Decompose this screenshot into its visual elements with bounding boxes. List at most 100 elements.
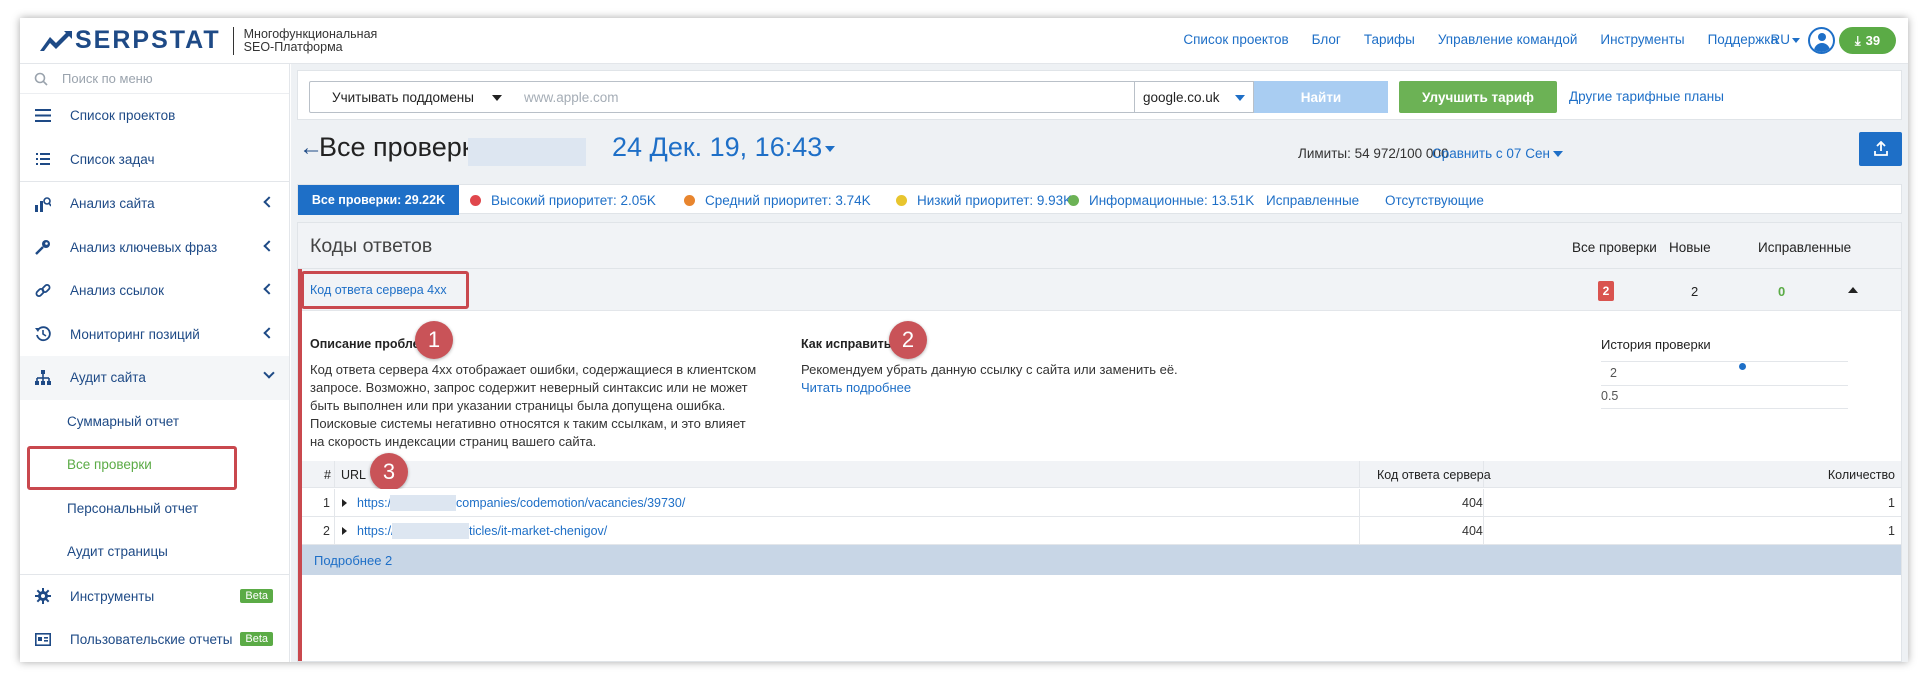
expand-caret-icon[interactable] — [342, 499, 347, 507]
downloads-button[interactable]: ⤓ 39 — [1839, 27, 1896, 54]
sidebar-item-label: Список проектов — [70, 108, 176, 124]
column-divider — [334, 461, 335, 487]
tab-label: Низкий приоритет: 9.93K — [917, 193, 1073, 208]
col-quantity: Количество — [1827, 468, 1895, 482]
response-code: 404 — [1462, 496, 1483, 510]
logo-text: SERPSTAT — [75, 26, 221, 54]
response-code: 404 — [1462, 524, 1483, 538]
user-avatar-icon[interactable] — [1808, 27, 1835, 54]
sidebar-item-label: Анализ ключевых фраз — [70, 239, 218, 255]
history-tick-label: 0.5 — [1601, 389, 1619, 403]
sidebar-item-audit[interactable]: Аудит сайта — [20, 356, 289, 400]
search-engine-select[interactable]: google.co.uk — [1134, 81, 1254, 113]
history-tick-label: 2 — [1610, 366, 1617, 380]
nav-projects-link[interactable]: Список проектов — [1183, 32, 1288, 47]
sidebar: Поиск по меню Список проектов Список зад… — [20, 64, 290, 662]
fix-description: Рекомендуем убрать данную ссылку с сайта… — [801, 362, 1178, 377]
sidebar-item-monitoring[interactable]: Мониторинг позиций — [20, 313, 289, 357]
sidebar-item-site-analysis[interactable]: Анализ сайта — [20, 182, 289, 226]
sidebar-item-keywords[interactable]: Анализ ключевых фраз — [20, 226, 289, 270]
other-plans-link[interactable]: Другие тарифные планы — [1569, 89, 1724, 104]
compare-selector[interactable]: Сравнить с 07 Сен — [1432, 146, 1563, 161]
report-icon — [32, 633, 54, 647]
logo[interactable]: SERPSTAT Многофункциональная SEO-Платфор… — [40, 26, 377, 55]
highlight-box-issue — [301, 271, 469, 309]
all-count-badge: 2 — [1598, 281, 1614, 301]
tab-informational[interactable]: Информационные: 13.51K — [1068, 193, 1254, 208]
column-divider — [1483, 489, 1484, 516]
domain-input[interactable]: www.apple.com — [512, 81, 1135, 113]
url-prefix[interactable]: https:// — [357, 524, 395, 538]
show-more-link[interactable]: Подробнее 2 — [314, 553, 392, 568]
chevron-left-icon — [263, 326, 275, 339]
tab-missing[interactable]: Отсутствующие — [1385, 193, 1484, 208]
site-analysis-icon — [32, 196, 54, 212]
limits-text: Лимиты: 54 972/100 000 — [1298, 146, 1449, 161]
issue-row-4xx[interactable]: Код ответа сервера 4xx 2 2 0 — [298, 269, 1901, 311]
fix-heading: Как исправить? — [801, 337, 900, 351]
audit-date-selector[interactable]: 24 Дек. 19, 16:43 — [612, 132, 836, 163]
sidebar-item-custom-reports[interactable]: Пользовательские отчеты Beta — [20, 618, 289, 662]
sidebar-item-links[interactable]: Анализ ссылок — [20, 269, 289, 313]
col-fixed: Исправленные — [1758, 240, 1852, 255]
tab-medium-priority[interactable]: Средний приоритет: 3.74K — [684, 193, 871, 208]
nav-blog-link[interactable]: Блог — [1312, 32, 1341, 47]
nav-team-link[interactable]: Управление командой — [1438, 32, 1578, 47]
table-row[interactable]: 2 https:// ticles/it-market-chenigov/ 40… — [302, 517, 1901, 545]
read-more-link[interactable]: Читать подробнее — [801, 380, 911, 395]
tab-label: Средний приоритет: 3.74K — [705, 193, 871, 208]
url-prefix[interactable]: https:/ — [357, 496, 391, 510]
sidebar-item-projects[interactable]: Список проектов — [20, 94, 289, 138]
tab-label: Информационные: 13.51K — [1089, 193, 1255, 208]
beta-badge: Beta — [240, 632, 273, 646]
sidebar-subitem-summary[interactable]: Суммарный отчет — [20, 400, 289, 444]
sidebar-item-label: Анализ ссылок — [70, 283, 164, 299]
col-new: Новые — [1669, 240, 1711, 255]
audit-date-label: 24 Дек. 19, 16:43 — [612, 132, 823, 162]
list-icon — [32, 109, 54, 123]
sidebar-subitem-personal-report[interactable]: Персональный отчет — [20, 487, 289, 531]
menu-search-input[interactable]: Поиск по меню — [20, 64, 289, 94]
menu-search-placeholder: Поиск по меню — [62, 71, 153, 86]
col-num: # — [324, 468, 331, 482]
download-icon: ⤓ — [1854, 32, 1861, 48]
nav-tools-link[interactable]: Инструменты — [1600, 32, 1684, 47]
upgrade-plan-button[interactable]: Улучшить тариф — [1399, 81, 1557, 113]
column-divider — [1483, 517, 1484, 544]
nav-support-link[interactable]: Поддержка — [1708, 32, 1778, 47]
info-dot — [1068, 195, 1079, 206]
nav-pricing-link[interactable]: Тарифы — [1364, 32, 1415, 47]
chevron-up-icon[interactable] — [1848, 287, 1858, 293]
table-row[interactable]: 1 https:/ companies/codemotion/vacancies… — [302, 489, 1901, 517]
panel-title: Коды ответов — [310, 235, 433, 257]
sidebar-item-tools[interactable]: Инструменты Beta — [20, 575, 289, 619]
tab-high-priority[interactable]: Высокий приоритет: 2.05K — [470, 193, 656, 208]
sidebar-item-label: Пользовательские отчеты — [70, 632, 233, 648]
tab-fixed[interactable]: Исправленные — [1266, 193, 1359, 208]
chevron-down-icon — [492, 95, 502, 101]
top-nav: Список проектов Блог Тарифы Управление к… — [1183, 32, 1778, 47]
tab-all-checks[interactable]: Все проверки: 29.22K — [298, 185, 459, 215]
sidebar-item-label: Анализ сайта — [70, 196, 155, 212]
url-suffix[interactable]: ticles/it-market-chenigov/ — [469, 524, 607, 538]
subdomains-select[interactable]: Учитывать поддомены — [309, 81, 513, 113]
tagline-line-1: Многофункциональная — [243, 26, 378, 41]
quantity: 1 — [1888, 496, 1895, 510]
upload-icon — [1873, 141, 1888, 156]
gear-icon — [32, 588, 54, 605]
chevron-down-icon — [1235, 95, 1245, 101]
chevron-down-icon — [825, 145, 836, 152]
expand-caret-icon[interactable] — [342, 527, 347, 535]
chevron-down-icon — [1792, 37, 1800, 43]
history-gridline — [1601, 408, 1848, 409]
sidebar-item-tasks[interactable]: Список задач — [20, 138, 289, 182]
sidebar-subitem-page-audit[interactable]: Аудит страницы — [20, 530, 289, 574]
find-button[interactable]: Найти — [1254, 81, 1388, 113]
blurred-url-part — [390, 495, 456, 511]
history-icon — [32, 326, 54, 342]
main-content: Учитывать поддомены www.apple.com google… — [291, 64, 1908, 662]
tab-low-priority[interactable]: Низкий приоритет: 9.93K — [896, 193, 1072, 208]
language-selector[interactable]: RU — [1771, 32, 1800, 47]
export-button[interactable] — [1859, 132, 1902, 166]
url-suffix[interactable]: companies/codemotion/vacancies/39730/ — [456, 496, 685, 510]
